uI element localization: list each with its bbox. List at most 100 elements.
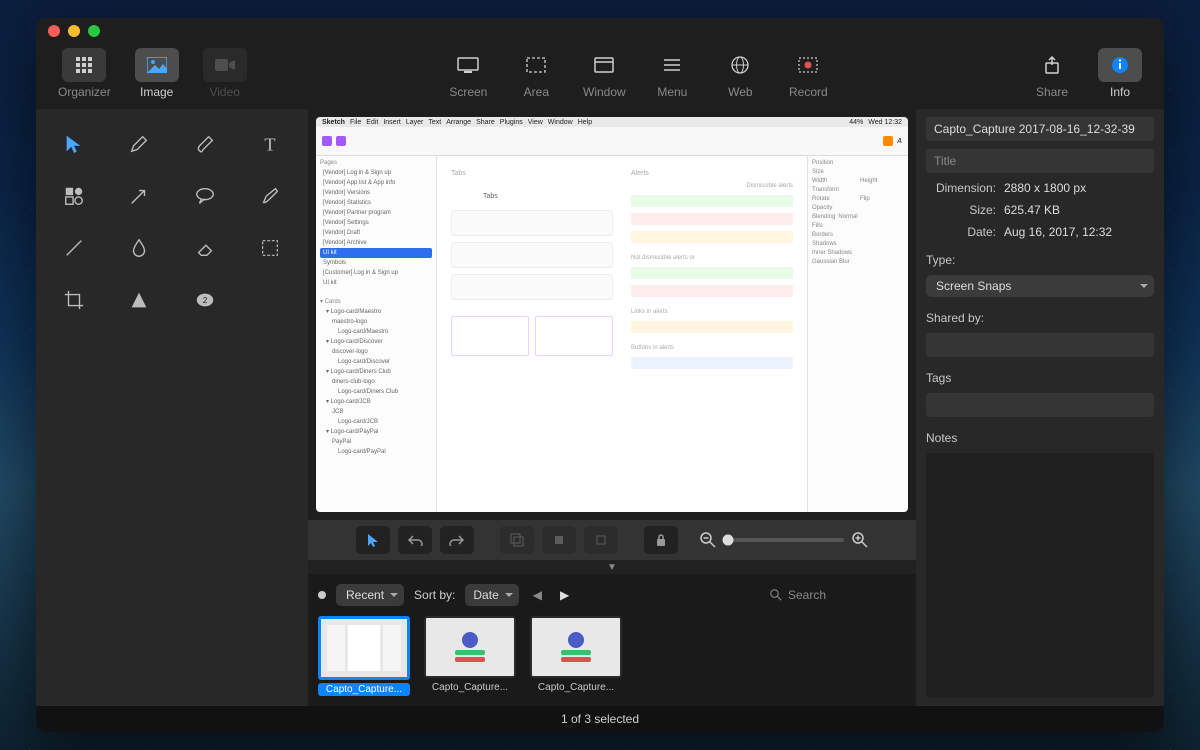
eb-send-back[interactable] [584,526,618,554]
tray-toggle[interactable]: ▼ [308,560,916,574]
thumbnail[interactable]: Capto_Capture... [424,616,516,696]
search-placeholder: Search [788,588,826,602]
eb-undo[interactable] [398,526,432,554]
mode-group: Organizer Image Video [46,48,259,99]
highlighter-tool[interactable] [239,171,303,221]
capture-menu-button[interactable]: Menu [638,48,706,99]
info-panel: Capto_Capture 2017-08-16_12-32-39 Title … [916,109,1164,706]
eb-lock[interactable] [644,526,678,554]
tool-palette: T 2 [36,109,308,706]
zoom-out-icon[interactable] [700,532,716,548]
video-tab[interactable]: Video [191,48,259,99]
zoom-slider[interactable] [724,538,844,542]
image-tab[interactable]: Image [123,48,191,99]
capture-screen-label: Screen [449,85,487,99]
thumbnail-tray: Recent Sort by: Date ◀ ▶ Search Capto_Ca… [308,574,916,706]
video-label: Video [209,85,239,99]
info-button[interactable]: Info [1086,48,1154,99]
blur-tool[interactable] [108,223,172,273]
thumbnail-strip: Capto_Capture... Capto_Capture... Capto_Ca… [318,616,906,696]
eb-bring-front[interactable] [542,526,576,554]
thumbnail-caption: Capto_Capture... [318,683,410,696]
filename-field[interactable]: Capto_Capture 2017-08-16_12-32-39 [926,117,1154,141]
main-toolbar: Organizer Image Video Screen Area [36,44,1164,109]
capture-web-button[interactable]: Web [706,48,774,99]
tags-label: Tags [926,371,1154,385]
type-dropdown[interactable]: Screen Snaps [926,275,1154,297]
step-tool[interactable]: 2 [173,275,237,325]
sketch-toolbar: A [316,127,908,156]
date-value: Aug 16, 2017, 12:32 [1004,225,1154,239]
select-tool[interactable] [42,119,106,169]
line-tool[interactable] [42,223,106,273]
sketch-menubar: SketchFileEditInsertLayerTextArrangeShar… [316,117,908,127]
search-icon [770,589,782,601]
prev-button[interactable]: ◀ [529,588,546,602]
arrow-tool[interactable] [108,171,172,221]
edit-toolbar [308,520,916,560]
record-button[interactable]: Record [774,48,842,99]
status-bar: 1 of 3 selected [36,706,1164,732]
svg-text:T: T [265,134,276,154]
main-area: T 2 SketchFileEditInsertLayerTextArrange… [36,109,1164,706]
organizer-label: Organizer [58,85,111,99]
window-titlebar [36,18,1164,44]
eb-select[interactable] [356,526,390,554]
tags-field[interactable] [926,393,1154,417]
text-tool[interactable]: T [239,119,303,169]
window-zoom-button[interactable] [88,25,100,37]
capture-group: Screen Area Window Menu Web Record [434,48,842,99]
capture-area-button[interactable]: Area [502,48,570,99]
image-label: Image [140,85,173,99]
crop-tool[interactable] [42,275,106,325]
shared-field[interactable] [926,333,1154,357]
capture-screen-button[interactable]: Screen [434,48,502,99]
sort-dropdown[interactable]: Date [465,584,518,606]
type-label: Type: [926,253,1154,267]
selection-status: 1 of 3 selected [561,712,639,726]
capture-area-label: Area [524,85,549,99]
size-label: Size: [926,203,996,217]
notes-field[interactable] [926,453,1154,698]
canvas-viewport[interactable]: SketchFileEditInsertLayerTextArrangeShar… [308,109,916,520]
share-button[interactable]: Share [1018,48,1086,99]
thumbnail[interactable]: Capto_Capture... [318,616,410,696]
notes-label: Notes [926,431,1154,445]
sketch-pages-header: Pages [320,160,432,166]
center-column: SketchFileEditInsertLayerTextArrangeShar… [308,109,916,706]
empty-tool-slot [239,275,303,325]
tray-search[interactable]: Search [764,585,906,605]
share-label: Share [1036,85,1068,99]
callout-tool[interactable] [173,171,237,221]
zoom-in-icon[interactable] [852,532,868,548]
tray-header: Recent Sort by: Date ◀ ▶ Search [318,584,906,606]
info-label: Info [1110,85,1130,99]
marquee-tool[interactable] [239,223,303,273]
organizer-tab[interactable]: Organizer [46,48,123,99]
sketch-artboard-tabs: Tabs [451,170,613,177]
brush-tool[interactable] [173,119,237,169]
spotlight-tool[interactable] [108,275,172,325]
capture-window-label: Window [583,85,626,99]
dimension-value: 2880 x 1800 px [1004,181,1154,195]
thumbnail-caption: Capto_Capture... [424,681,516,694]
capture-canvas: SketchFileEditInsertLayerTextArrangeShar… [316,117,908,512]
thumbnail[interactable]: Capto_Capture... [530,616,622,696]
record-label: Record [789,85,828,99]
eb-redo[interactable] [440,526,474,554]
eb-copy[interactable] [500,526,534,554]
shared-label: Shared by: [926,311,1154,325]
eraser-tool[interactable] [173,223,237,273]
capture-menu-label: Menu [657,85,687,99]
sort-by-label: Sort by: [414,588,455,602]
window-minimize-button[interactable] [68,25,80,37]
next-button[interactable]: ▶ [556,588,573,602]
capture-window-button[interactable]: Window [570,48,638,99]
app-window: Organizer Image Video Screen Area [36,18,1164,732]
window-close-button[interactable] [48,25,60,37]
shapes-tool[interactable] [42,171,106,221]
pencil-tool[interactable] [108,119,172,169]
title-field[interactable]: Title [926,149,1154,173]
recent-dropdown[interactable]: Recent [336,584,404,606]
thumbnail-caption: Capto_Capture... [530,681,622,694]
